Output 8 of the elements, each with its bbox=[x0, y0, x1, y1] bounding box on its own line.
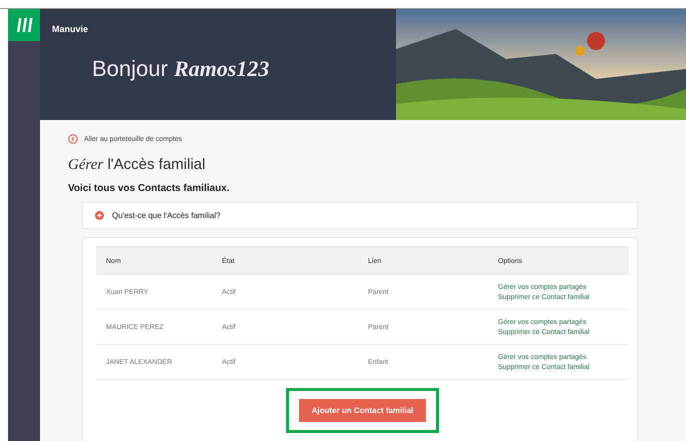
brand-name: Manuvie bbox=[52, 24, 90, 34]
chevron-left-icon bbox=[68, 134, 78, 144]
subtitle: Voici tous vos Contacts familiaux. bbox=[68, 183, 230, 194]
accordion[interactable]: Qu'est-ce que l'Accès familial? bbox=[82, 202, 638, 229]
add-contact-button[interactable]: Ajouter un Contact familial bbox=[298, 399, 426, 422]
page-title: Gérer l'Accès familial bbox=[68, 156, 206, 174]
greeting: Bonjour Ramos123 bbox=[92, 56, 270, 82]
logo-icon[interactable] bbox=[8, 9, 40, 41]
